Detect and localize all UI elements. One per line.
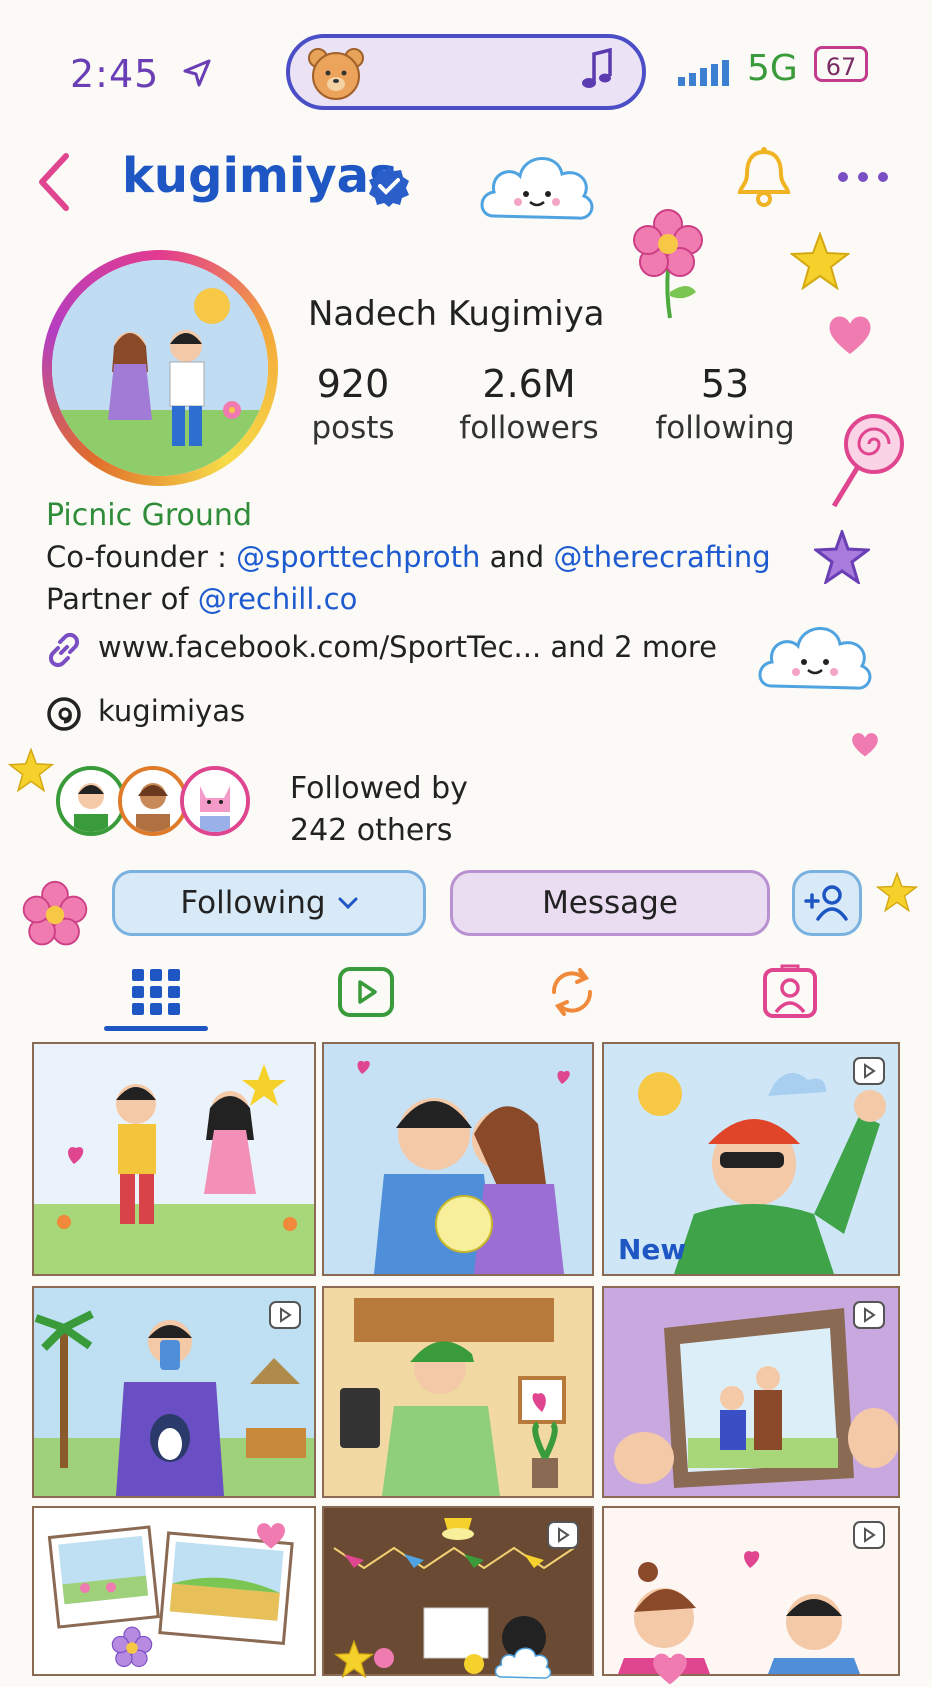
message-button-label: Message	[542, 885, 678, 921]
stat-following[interactable]: 53 following	[650, 362, 800, 446]
purple-star-icon	[814, 530, 870, 584]
reel-badge-icon	[853, 1057, 885, 1085]
stat-label: posts	[311, 410, 395, 446]
avatar	[180, 766, 250, 836]
stat-value: 920	[316, 362, 390, 406]
bio-line-cofounder: Co-founder : @sporttechproth and @therec…	[46, 540, 771, 574]
header-username: kugimiyas	[122, 148, 398, 204]
grid-post[interactable]	[322, 1042, 594, 1276]
more-options-icon[interactable]	[836, 170, 890, 184]
tagged-person-icon	[763, 964, 817, 1018]
verified-badge-icon	[369, 166, 409, 207]
grid-icon	[132, 969, 180, 1015]
left-star-icon	[8, 748, 54, 792]
bio-external-link[interactable]: www.facebook.com/SportTec... and 2 more	[98, 630, 717, 664]
back-chevron-icon[interactable]	[34, 150, 74, 214]
bottom-heart-icon	[653, 1653, 687, 1685]
reel-badge-icon	[547, 1521, 579, 1549]
cloud-icon	[480, 157, 594, 220]
bottom-star-icon	[334, 1640, 374, 1678]
tab-reposts[interactable]	[522, 956, 622, 1028]
battery-indicator: 67	[814, 46, 868, 82]
mention-link[interactable]: @rechill.co	[198, 582, 358, 616]
message-button[interactable]: Message	[450, 870, 770, 936]
heart-icon	[829, 316, 871, 354]
cloud-icon-2	[758, 627, 872, 690]
repost-icon	[551, 968, 593, 1016]
stat-label: following	[655, 410, 795, 446]
avatar-drawing	[52, 260, 268, 476]
signal-bars-icon	[678, 60, 729, 86]
stat-followers[interactable]: 2.6M followers	[454, 362, 604, 446]
grid-post[interactable]	[602, 1286, 900, 1498]
reel-badge-icon	[853, 1521, 885, 1549]
bear-icon	[308, 48, 364, 100]
location-arrow-icon	[183, 59, 211, 87]
avatar	[56, 766, 126, 836]
heart-icon	[257, 1523, 285, 1549]
followed-by-line: Followed by	[290, 771, 468, 806]
avatar	[118, 766, 188, 836]
stat-posts[interactable]: 920 posts	[278, 362, 428, 446]
flower-icon	[633, 209, 703, 319]
bio-text: Co-founder :	[46, 540, 237, 574]
grid-post[interactable]	[322, 1286, 594, 1498]
music-note-icon	[582, 48, 612, 88]
purple-flower-icon	[111, 1626, 153, 1668]
bio-line-partner: Partner of @rechill.co	[46, 582, 357, 616]
pink-flower-icon	[22, 880, 88, 946]
stat-value: 2.6M	[482, 362, 576, 406]
active-tab-indicator	[104, 1026, 208, 1031]
small-heart-icon	[852, 733, 878, 757]
bio-category: Picnic Ground	[46, 498, 252, 533]
bio-text: Partner of	[46, 582, 198, 616]
followed-by-avatars[interactable]	[56, 766, 256, 844]
stat-label: followers	[459, 410, 599, 446]
reel-badge-icon	[853, 1301, 885, 1329]
new-post-label: New	[618, 1233, 687, 1266]
tab-tagged[interactable]	[740, 956, 840, 1028]
stat-value: 53	[700, 362, 750, 406]
notification-bell-icon[interactable]	[734, 146, 794, 208]
threads-icon	[47, 697, 81, 731]
grid-post[interactable]	[602, 1506, 900, 1676]
reel-badge-icon	[269, 1301, 301, 1329]
link-icon	[48, 632, 80, 668]
chevron-down-icon	[338, 897, 358, 910]
followed-by-count: 242 others	[290, 813, 453, 848]
lollipop-icon	[831, 414, 904, 508]
tab-reels[interactable]	[316, 956, 416, 1028]
bottom-cloud-icon	[494, 1647, 552, 1679]
grid-post[interactable]	[32, 1286, 316, 1498]
status-time: 2:45	[70, 52, 160, 96]
bio-text: and	[480, 540, 554, 574]
grid-post[interactable]	[32, 1042, 316, 1276]
star-icon	[790, 232, 850, 290]
profile-avatar[interactable]	[42, 250, 278, 486]
mention-link[interactable]: @sporttechproth	[236, 540, 480, 574]
followed-by-text[interactable]: Followed by 242 others	[290, 768, 468, 852]
following-button[interactable]: Following	[112, 870, 426, 936]
threads-handle[interactable]: kugimiyas	[98, 694, 245, 728]
add-user-button[interactable]	[792, 870, 862, 936]
tab-posts-grid[interactable]	[106, 956, 206, 1028]
right-star-icon	[876, 872, 918, 912]
add-user-icon	[804, 885, 848, 921]
grid-post[interactable]: New	[602, 1042, 900, 1276]
reels-play-icon	[338, 967, 394, 1017]
network-type: 5G	[747, 48, 798, 89]
following-button-label: Following	[180, 885, 326, 921]
mention-link[interactable]: @therecrafting	[553, 540, 770, 574]
profile-full-name: Nadech Kugimiya	[308, 294, 605, 334]
